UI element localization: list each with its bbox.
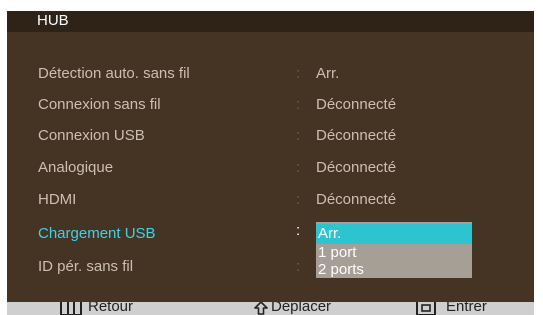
row-value: Déconnecté: [316, 191, 397, 208]
row-label: ID pér. sans fil: [38, 258, 134, 275]
row-label: Détection auto. sans fil: [38, 65, 190, 82]
row-colon: :: [296, 258, 301, 275]
row-analog[interactable]: Analogique : Déconnecté: [7, 156, 534, 180]
menu-title: HUB: [37, 12, 69, 29]
row-value: Déconnecté: [316, 127, 397, 144]
row-value: Déconnecté: [316, 159, 397, 176]
row-label: Analogique: [38, 159, 114, 176]
footer-enter-label: Entrer: [446, 302, 487, 315]
row-wireless-connection[interactable]: Connexion sans fil : Déconnecté: [7, 93, 534, 117]
footer-back-label: Retour: [88, 302, 134, 315]
row-colon: :: [296, 127, 301, 144]
joystick-up-icon: [254, 302, 268, 315]
row-colon: :: [296, 96, 301, 113]
row-hdmi[interactable]: HDMI : Déconnecté: [7, 188, 534, 212]
row-label-active: Chargement USB: [38, 225, 156, 242]
row-usb-connection[interactable]: Connexion USB : Déconnecté: [7, 124, 534, 148]
enter-icon: [416, 302, 436, 315]
footer-hint-bar: Retour Déplacer Entrer: [7, 302, 534, 315]
row-value: Déconnecté: [316, 96, 397, 113]
row-colon: :: [296, 222, 301, 239]
option-2-ports[interactable]: 2 ports: [316, 260, 472, 280]
osd-menu-panel: HUB Détection auto. sans fil : Arr. Conn…: [7, 11, 534, 315]
row-auto-detect-wireless[interactable]: Détection auto. sans fil : Arr.: [7, 62, 534, 86]
row-label: HDMI: [38, 191, 77, 208]
row-label: Connexion USB: [38, 127, 145, 144]
option-off[interactable]: Arr.: [316, 224, 472, 244]
menu-title-bar: HUB: [7, 11, 534, 32]
row-colon: :: [296, 65, 301, 82]
footer-move-label: Déplacer: [271, 302, 332, 315]
menu-icon: [60, 302, 82, 315]
row-colon: :: [296, 159, 301, 176]
row-colon: :: [296, 191, 301, 208]
row-value: Arr.: [316, 65, 340, 82]
usb-charging-dropdown[interactable]: Arr. 1 port 2 ports: [316, 222, 472, 278]
row-label: Connexion sans fil: [38, 96, 161, 113]
